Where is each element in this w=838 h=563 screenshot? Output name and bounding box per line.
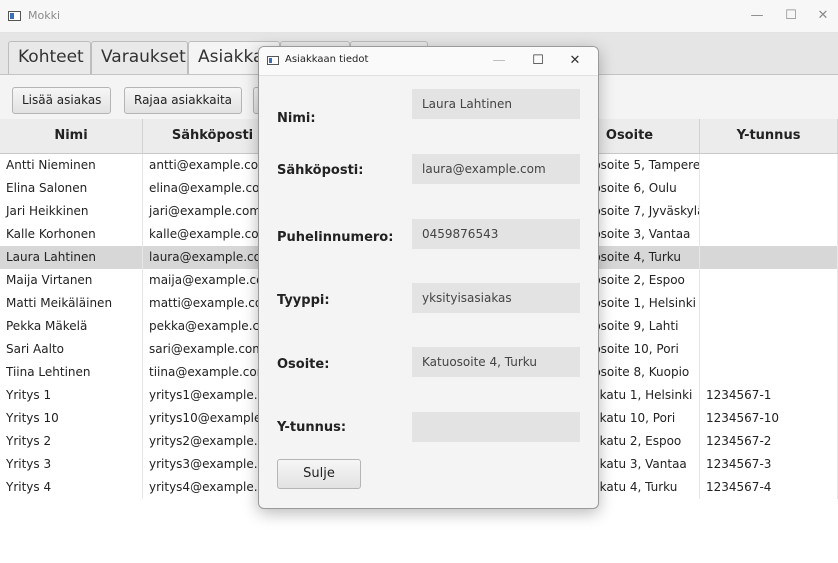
phone-label: Puhelinnumero: (277, 230, 394, 245)
email-value: laura@example.com (412, 154, 580, 184)
business-id-label: Y-tunnus: (277, 420, 347, 435)
name-value: Laura Lahtinen (412, 89, 580, 119)
cell-y-tunnus: 1234567-10 (700, 407, 838, 430)
dialog-window-icon (267, 56, 279, 65)
cell-nimi: Kalle Korhonen (0, 223, 143, 246)
cell-nimi: Yritys 3 (0, 453, 143, 476)
cell-nimi: Laura Lahtinen (0, 246, 143, 269)
tab-varaukset[interactable]: Varaukset (91, 41, 188, 74)
cell-nimi: Matti Meikäläinen (0, 292, 143, 315)
cell-nimi: Yritys 1 (0, 384, 143, 407)
cell-y-tunnus (700, 361, 838, 384)
type-label: Tyyppi: (277, 293, 330, 308)
maximize-button[interactable]: ☐ (776, 5, 806, 27)
close-dialog-button[interactable]: Sulje (277, 459, 361, 489)
cell-y-tunnus (700, 223, 838, 246)
window-titlebar: Mokki — ☐ ✕ (0, 0, 838, 33)
cell-nimi: Antti Nieminen (0, 154, 143, 177)
column-header-y-tunnus[interactable]: Y-tunnus (700, 119, 838, 153)
name-label: Nimi: (277, 111, 316, 126)
email-label: Sähköposti: (277, 163, 364, 178)
address-value: Katuosoite 4, Turku (412, 347, 580, 377)
dialog-close-button[interactable]: ✕ (562, 50, 588, 72)
cell-nimi: Yritys 4 (0, 476, 143, 499)
cell-y-tunnus: 1234567-2 (700, 430, 838, 453)
cell-y-tunnus: 1234567-3 (700, 453, 838, 476)
cell-y-tunnus (700, 246, 838, 269)
cell-y-tunnus (700, 338, 838, 361)
cell-y-tunnus: 1234567-4 (700, 476, 838, 499)
cell-y-tunnus (700, 200, 838, 223)
cell-y-tunnus: 1234567-1 (700, 384, 838, 407)
add-customer-button[interactable]: Lisää asiakas (12, 87, 112, 114)
cell-nimi: Sari Aalto (0, 338, 143, 361)
dialog-title: Asiakkaan tiedot (285, 54, 369, 65)
cell-y-tunnus (700, 315, 838, 338)
phone-value: 0459876543 (412, 219, 580, 249)
tab-kohteet[interactable]: Kohteet (8, 41, 91, 74)
cell-nimi: Maija Virtanen (0, 269, 143, 292)
cell-nimi: Pekka Mäkelä (0, 315, 143, 338)
filter-customers-button[interactable]: Rajaa asiakkaita (124, 87, 243, 114)
app-window-icon (8, 11, 21, 21)
cell-nimi: Yritys 2 (0, 430, 143, 453)
type-value: yksityisasiakas (412, 283, 580, 313)
customer-details-dialog: Asiakkaan tiedot — ☐ ✕ Nimi: Laura Lahti… (258, 46, 599, 509)
dialog-titlebar: Asiakkaan tiedot — ☐ ✕ (259, 47, 598, 76)
minimize-button[interactable]: — (742, 5, 772, 27)
cell-nimi: Tiina Lehtinen (0, 361, 143, 384)
cell-nimi: Jari Heikkinen (0, 200, 143, 223)
cell-y-tunnus (700, 292, 838, 315)
business-id-value (412, 412, 580, 442)
cell-y-tunnus (700, 154, 838, 177)
window-title: Mokki (28, 9, 61, 22)
cell-nimi: Yritys 10 (0, 407, 143, 430)
address-label: Osoite: (277, 357, 330, 372)
cell-y-tunnus (700, 177, 838, 200)
column-header-nimi[interactable]: Nimi (0, 119, 143, 153)
cell-nimi: Elina Salonen (0, 177, 143, 200)
dialog-maximize-button[interactable]: ☐ (525, 50, 551, 72)
cell-y-tunnus (700, 269, 838, 292)
dialog-minimize-button[interactable]: — (486, 50, 512, 72)
close-button[interactable]: ✕ (808, 5, 838, 27)
